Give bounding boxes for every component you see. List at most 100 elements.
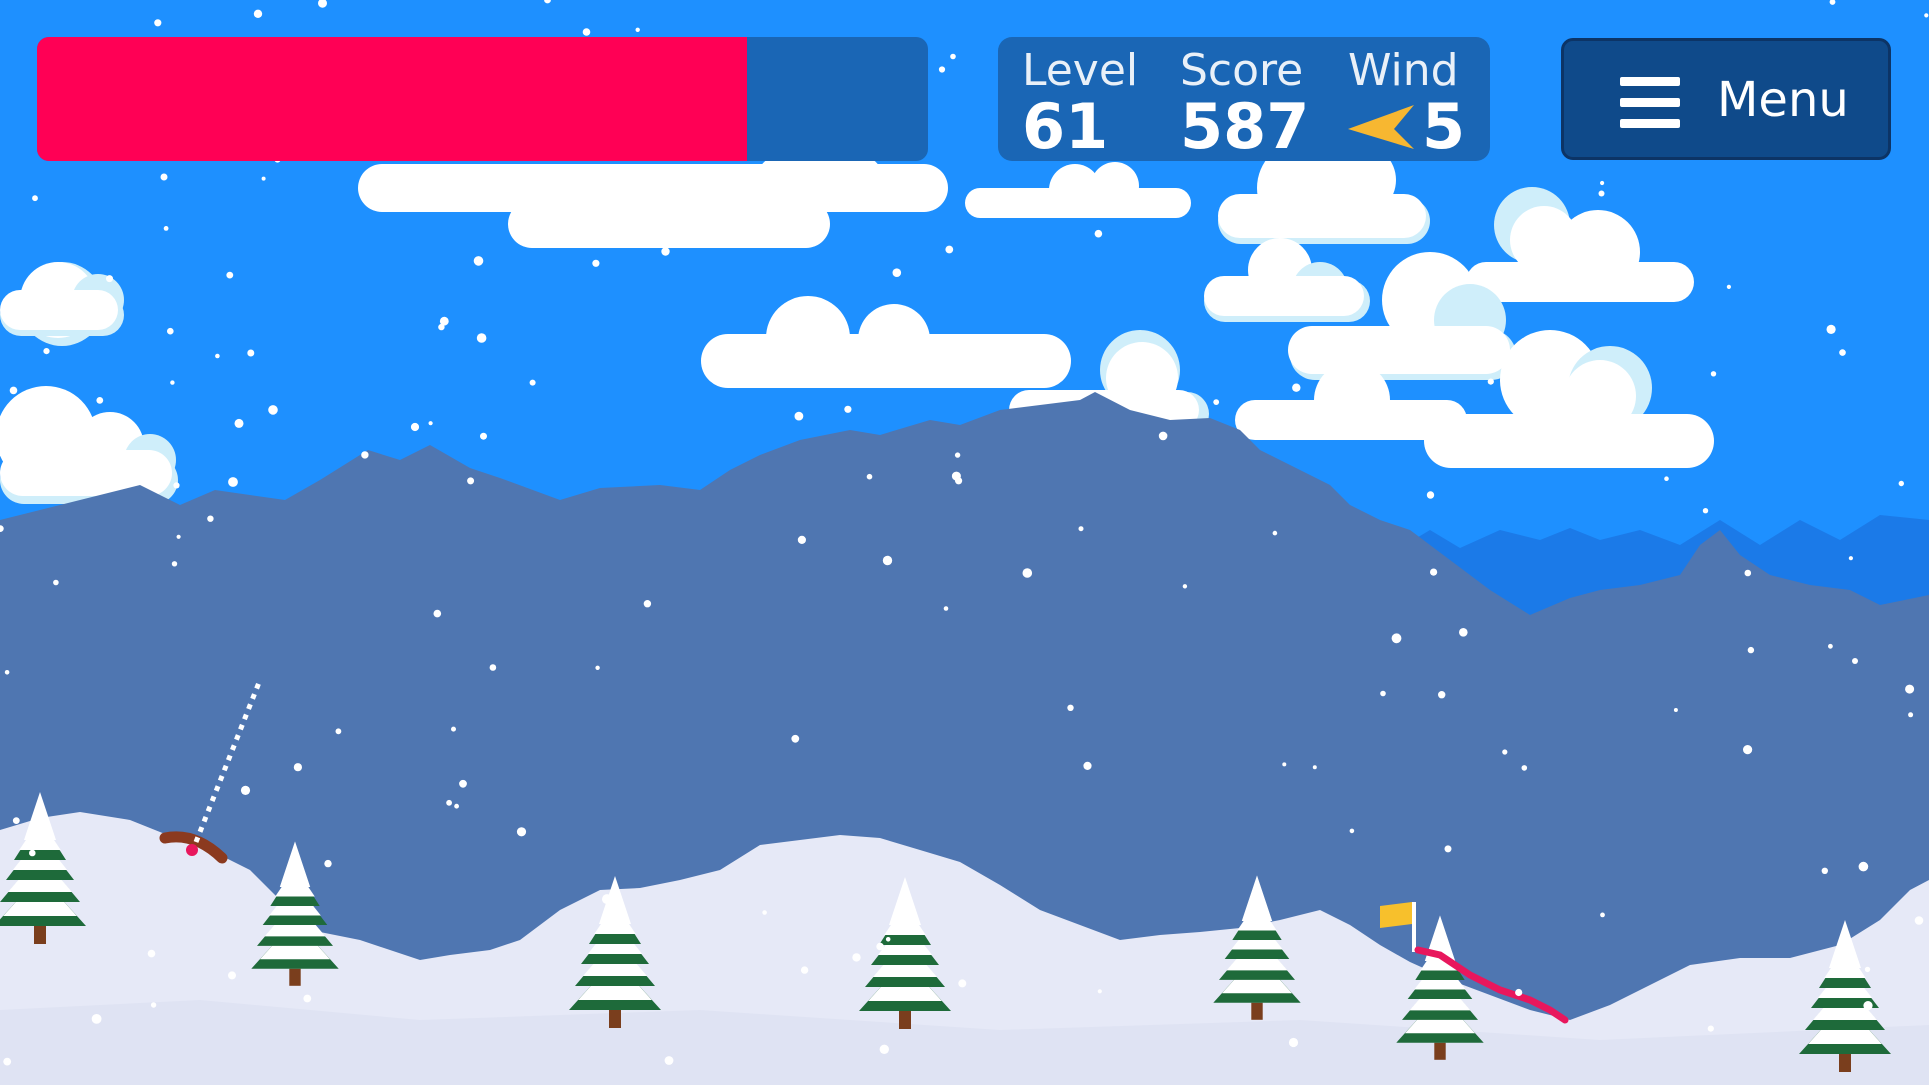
snowflake — [1826, 324, 1836, 334]
snowflake — [247, 349, 255, 357]
snowflake — [361, 451, 369, 459]
snowflake — [1134, 370, 1143, 379]
snowflake — [1924, 13, 1929, 18]
snowflake — [943, 606, 949, 611]
snowflake — [844, 405, 852, 413]
snowflake — [762, 910, 767, 915]
game-stage[interactable]: Level 61 Score 587 Wind 5 Menu — [0, 0, 1929, 1085]
snowflake — [176, 534, 181, 539]
wind-arrow-icon — [1348, 105, 1414, 149]
snowflake — [1743, 745, 1753, 755]
snowflake — [1420, 361, 1431, 372]
snowflake — [1898, 480, 1905, 487]
snowflake — [4, 670, 10, 675]
snowflake — [29, 849, 36, 857]
game-scene[interactable] — [0, 0, 1929, 1085]
snowflake — [150, 1002, 157, 1008]
snowflake — [1052, 356, 1058, 361]
snowflake — [1022, 568, 1033, 578]
snowflake — [879, 1044, 889, 1055]
snowflake — [1905, 684, 1915, 694]
snowflake — [1673, 708, 1678, 712]
snowflake — [1426, 491, 1435, 499]
snowflake — [253, 9, 263, 18]
snowflake — [1502, 749, 1508, 755]
score-stat: Score 587 — [1180, 47, 1309, 159]
snowflake — [1303, 180, 1309, 186]
snowflake — [268, 405, 278, 415]
snowflake — [791, 734, 800, 743]
snowflake — [1396, 345, 1401, 350]
snowflake — [592, 259, 600, 267]
snowflake — [1600, 912, 1605, 918]
snowflake — [885, 937, 891, 942]
snowflake — [476, 333, 487, 343]
snowflake — [1182, 584, 1188, 589]
snowflake — [1459, 628, 1468, 637]
snowflake — [954, 452, 961, 458]
snowflake — [945, 245, 954, 254]
snowflake — [852, 953, 861, 962]
wind-value-row: 5 — [1348, 95, 1465, 159]
snowflake — [1078, 526, 1084, 532]
snowflake — [1380, 690, 1386, 697]
snowflake — [167, 327, 174, 335]
snowflake — [794, 411, 804, 421]
power-bar-fill — [37, 37, 748, 161]
menu-button[interactable]: Menu — [1561, 38, 1891, 160]
snowflake — [96, 397, 104, 404]
snowflake — [438, 323, 445, 331]
snowflake — [91, 1014, 102, 1024]
snowflake — [958, 979, 967, 988]
snowflake — [1271, 940, 1277, 947]
power-bar — [37, 37, 928, 161]
snowflake — [1438, 691, 1446, 699]
snowflake — [234, 418, 244, 428]
snowflake — [602, 894, 612, 905]
snowflake — [595, 665, 600, 670]
snowflake — [1282, 762, 1287, 767]
snowflake — [1598, 190, 1605, 197]
snowflake — [1083, 761, 1092, 771]
snowflake — [207, 515, 214, 522]
snowflake — [1015, 339, 1021, 344]
snowflake — [228, 971, 236, 980]
snowflake — [1487, 378, 1494, 385]
snowflake — [1174, 414, 1180, 420]
snowflake — [53, 579, 59, 586]
snowflake — [882, 555, 893, 566]
snowflake — [160, 173, 168, 181]
snowflake — [1839, 349, 1846, 356]
snowflake — [1852, 658, 1858, 664]
snowflake — [433, 609, 442, 618]
snowflake — [171, 561, 178, 567]
snowflake — [173, 482, 180, 489]
score-label: Score — [1180, 45, 1304, 96]
snowflake — [106, 275, 113, 283]
snowflake — [154, 19, 162, 27]
snowflake — [473, 256, 484, 266]
wind-stat: Wind 5 — [1348, 47, 1465, 159]
snowflake — [1858, 861, 1869, 872]
snowflake — [261, 176, 266, 181]
snowflake — [1848, 556, 1853, 561]
snowflake — [661, 247, 670, 256]
score-value: 587 — [1180, 90, 1310, 163]
snowflake — [303, 994, 312, 1003]
snowflake — [1828, 643, 1833, 649]
snowflake — [454, 803, 459, 809]
snowflake — [1515, 988, 1523, 997]
snowflake — [1292, 383, 1301, 392]
snowflake — [293, 763, 302, 772]
menu-label: Menu — [1717, 72, 1849, 128]
snowflake — [1272, 530, 1278, 536]
snowflake — [1158, 431, 1168, 441]
snowflake — [1914, 916, 1924, 925]
snowflake — [12, 817, 20, 824]
level-label: Level — [1022, 45, 1139, 96]
snowflake — [516, 827, 527, 837]
snowflake — [1600, 180, 1605, 186]
snowflake — [1430, 568, 1438, 576]
snowflake — [324, 859, 332, 868]
snowflake — [170, 380, 175, 385]
